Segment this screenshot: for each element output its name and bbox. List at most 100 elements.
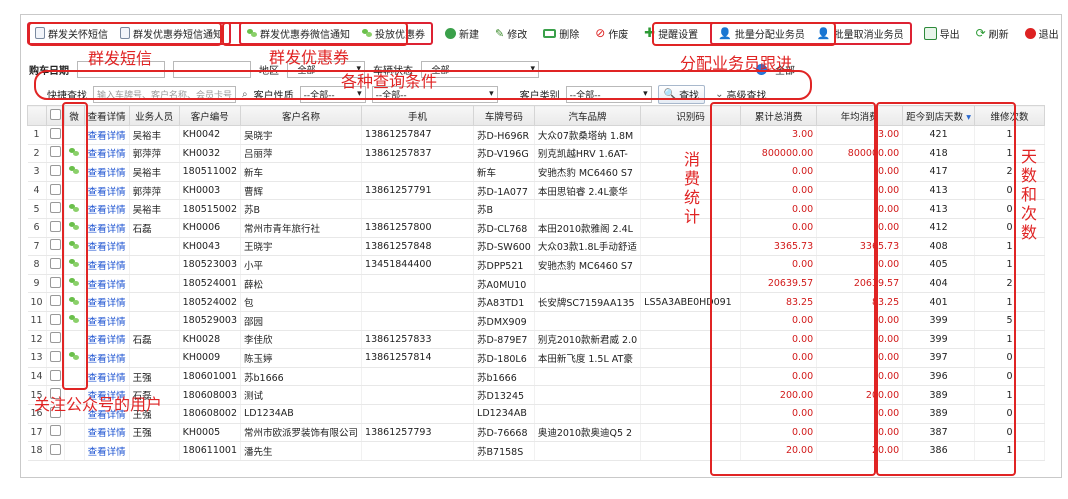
refresh-button[interactable]: ⟳ 刷新 bbox=[972, 25, 1013, 42]
row-checkbox-cell[interactable] bbox=[46, 125, 65, 145]
view-detail-link[interactable]: 查看详情 bbox=[84, 330, 130, 350]
row-checkbox-cell[interactable] bbox=[46, 162, 65, 182]
table-row[interactable]: 18 查看详情 180611001 潘先生 苏B7158S 20.00 20.00 386 1 bbox=[27, 441, 1045, 461]
customer-code-header[interactable]: 客户编号 bbox=[178, 105, 242, 126]
table-row[interactable]: 8 查看详情 180523003 小平 13451844400 苏DPP521 安驰杰豹 M… bbox=[27, 255, 1045, 275]
row-checkbox[interactable] bbox=[49, 443, 61, 455]
view-detail-link[interactable]: 查看详情 bbox=[84, 125, 130, 145]
view-detail-link[interactable]: 查看详情 bbox=[84, 367, 130, 387]
view-detail-link[interactable]: 查看详情 bbox=[84, 255, 130, 275]
row-checkbox[interactable] bbox=[49, 164, 61, 176]
sms-coupon-button[interactable]: 群发优惠券短信通知 bbox=[116, 25, 227, 42]
total-consumption-header[interactable]: 累计总消费 bbox=[740, 105, 818, 126]
export-button[interactable]: 导出 bbox=[920, 25, 964, 42]
table-row[interactable]: 12 查看详情 石磊 KH0028 李佳欣 13861257833 苏D-879E7 别克20… bbox=[27, 330, 1045, 350]
row-checkbox-cell[interactable] bbox=[46, 330, 65, 350]
table-row[interactable]: 2 查看详情 郭萍萍 KH0032 吕丽萍 13861257837 苏D-V196G 别克凯越… bbox=[27, 144, 1045, 164]
table-row[interactable]: 10 查看详情 180524002 包 苏A83TD1 长安牌SC7159AA135 LS5… bbox=[27, 292, 1045, 312]
view-detail-link[interactable]: 查看详情 bbox=[84, 181, 130, 201]
view-detail-link[interactable]: 查看详情 bbox=[84, 218, 130, 238]
table-row[interactable]: 1 查看详情 吴裕丰 KH0042 吴晓宇 13861257847 苏D-H696R 大众07… bbox=[27, 125, 1045, 145]
detail-header[interactable]: 查看详情 bbox=[83, 105, 130, 126]
table-row[interactable]: 15 查看详情 石磊 180608003 测试 苏D13245 200.00 200.00 38… bbox=[27, 385, 1045, 405]
table-row[interactable]: 4 查看详情 郭萍萍 KH0003 曹辉 13861257791 苏D-1A077 本田思铂睿… bbox=[27, 181, 1045, 201]
view-detail-link[interactable]: 查看详情 bbox=[84, 423, 130, 443]
table-row[interactable]: 9 查看详情 180524001 薛松 苏A0MU10 20639.57 20639.57 4… bbox=[27, 274, 1045, 294]
row-checkbox[interactable] bbox=[49, 202, 61, 214]
view-detail-link[interactable]: 查看详情 bbox=[84, 162, 130, 182]
table-row[interactable]: 3 查看详情 吴裕丰 180511002 新车 新车 安驰杰豹 MC6460 S7 0.00 0… bbox=[27, 162, 1045, 182]
search-button[interactable]: 🔍 查找 bbox=[657, 84, 706, 104]
sms-care-button[interactable]: 群发关怀短信 bbox=[31, 25, 112, 42]
row-checkbox[interactable] bbox=[49, 239, 61, 251]
plate-header[interactable]: 车牌号码 bbox=[473, 105, 535, 126]
issue-coupon-button[interactable]: 投放优惠券 bbox=[358, 25, 429, 42]
table-row[interactable]: 16 查看详情 王强 180608002 LD1234AB LD1234AB 0.00 0.0… bbox=[27, 404, 1045, 424]
phone-header[interactable]: 手机 bbox=[361, 105, 475, 126]
edit-button[interactable]: ✎ 修改 bbox=[491, 25, 531, 42]
wechat-header[interactable]: 微 bbox=[63, 105, 85, 126]
table-row[interactable]: 17 查看详情 王强 KH0005 常州市欧派罗装饰有限公司 13861257793 苏D-… bbox=[27, 423, 1045, 443]
row-checkbox-cell[interactable] bbox=[46, 441, 65, 461]
wx-coupon-button[interactable]: 群发优惠券微信通知 bbox=[243, 25, 354, 42]
row-checkbox[interactable] bbox=[49, 369, 61, 381]
row-checkbox-cell[interactable] bbox=[46, 348, 65, 368]
row-checkbox[interactable] bbox=[49, 332, 61, 344]
void-button[interactable]: ⊘ 作废 bbox=[591, 25, 632, 42]
row-checkbox-cell[interactable] bbox=[46, 292, 65, 312]
table-row[interactable]: 6 查看详情 石磊 KH0006 常州市青年旅行社 13861257800 苏D-CL768… bbox=[27, 218, 1045, 238]
row-checkbox[interactable] bbox=[49, 425, 61, 437]
days-since-visit-header[interactable]: 距今到店天数 ▾ bbox=[902, 105, 975, 126]
unassign-staff-button[interactable]: 👤 批量取消业务员 bbox=[813, 25, 908, 42]
purchase-date-end[interactable] bbox=[173, 60, 251, 78]
table-row[interactable]: 11 查看详情 180529003 邵园 苏DMX909 0.00 0.00 399 5 bbox=[27, 311, 1045, 331]
annual-consumption-header[interactable]: 年均消费 bbox=[816, 105, 904, 126]
view-detail-link[interactable]: 查看详情 bbox=[84, 144, 130, 164]
repair-count-header[interactable]: 维修次数 bbox=[973, 105, 1045, 126]
view-detail-link[interactable]: 查看详情 bbox=[84, 311, 130, 331]
row-checkbox-cell[interactable] bbox=[46, 218, 65, 238]
row-checkbox-cell[interactable] bbox=[46, 255, 65, 275]
view-detail-link[interactable]: 查看详情 bbox=[84, 274, 130, 294]
table-row[interactable]: 13 查看详情 KH0009 陈玉婷 13861257814 苏D-180L6 本田新飞度 … bbox=[27, 348, 1045, 368]
select-all-checkbox[interactable] bbox=[49, 108, 61, 120]
row-checkbox[interactable] bbox=[49, 220, 61, 232]
assign-staff-button[interactable]: 👤 批量分配业务员 bbox=[714, 25, 809, 42]
staff-header[interactable]: 业务人员 bbox=[128, 105, 180, 126]
table-row[interactable]: 14 查看详情 王强 180601001 苏b1666 苏b1666 0.00 0.00 396… bbox=[27, 367, 1045, 387]
view-detail-link[interactable]: 查看详情 bbox=[84, 237, 130, 257]
advanced-search-button[interactable]: ⌄ 高级查找 bbox=[711, 86, 770, 103]
row-number-header[interactable] bbox=[27, 105, 47, 126]
customer-name-header[interactable]: 客户名称 bbox=[240, 105, 363, 126]
row-checkbox[interactable] bbox=[49, 313, 61, 325]
row-checkbox[interactable] bbox=[49, 350, 61, 362]
table-row[interactable]: 5 查看详情 吴裕丰 180515002 苏B 苏B 0.00 0.00 413 0 bbox=[27, 199, 1045, 219]
reminder-button[interactable]: ✚ 提醒设置 bbox=[640, 25, 702, 42]
row-checkbox[interactable] bbox=[49, 127, 61, 139]
select-all-header[interactable] bbox=[45, 105, 65, 126]
row-checkbox-cell[interactable] bbox=[46, 199, 65, 219]
row-checkbox[interactable] bbox=[49, 183, 61, 195]
delete-button[interactable]: 删除 bbox=[539, 25, 583, 42]
view-detail-link[interactable]: 查看详情 bbox=[84, 441, 130, 461]
row-checkbox-cell[interactable] bbox=[46, 274, 65, 294]
view-detail-link[interactable]: 查看详情 bbox=[84, 199, 130, 219]
vehicle-status-select[interactable]: --全部-- ▾ bbox=[421, 60, 539, 78]
row-checkbox-cell[interactable] bbox=[46, 237, 65, 257]
view-detail-link[interactable]: 查看详情 bbox=[84, 348, 130, 368]
vin-header[interactable]: 识别码 bbox=[640, 105, 742, 126]
exit-button[interactable]: 退出 bbox=[1021, 25, 1061, 42]
row-checkbox[interactable] bbox=[49, 257, 61, 269]
quick-search-input[interactable]: 输入车牌号、客户名称、会员卡号 bbox=[93, 85, 236, 103]
row-checkbox[interactable] bbox=[49, 146, 61, 158]
row-checkbox[interactable] bbox=[49, 295, 61, 307]
add-button[interactable]: 新建 bbox=[441, 25, 483, 42]
row-checkbox-cell[interactable] bbox=[46, 311, 65, 331]
row-checkbox[interactable] bbox=[49, 276, 61, 288]
brand-header[interactable]: 汽车品牌 bbox=[533, 105, 642, 126]
row-checkbox-cell[interactable] bbox=[46, 144, 65, 164]
row-checkbox-cell[interactable] bbox=[46, 367, 65, 387]
row-checkbox-cell[interactable] bbox=[46, 423, 65, 443]
view-detail-link[interactable]: 查看详情 bbox=[84, 292, 130, 312]
row-checkbox-cell[interactable] bbox=[46, 181, 65, 201]
